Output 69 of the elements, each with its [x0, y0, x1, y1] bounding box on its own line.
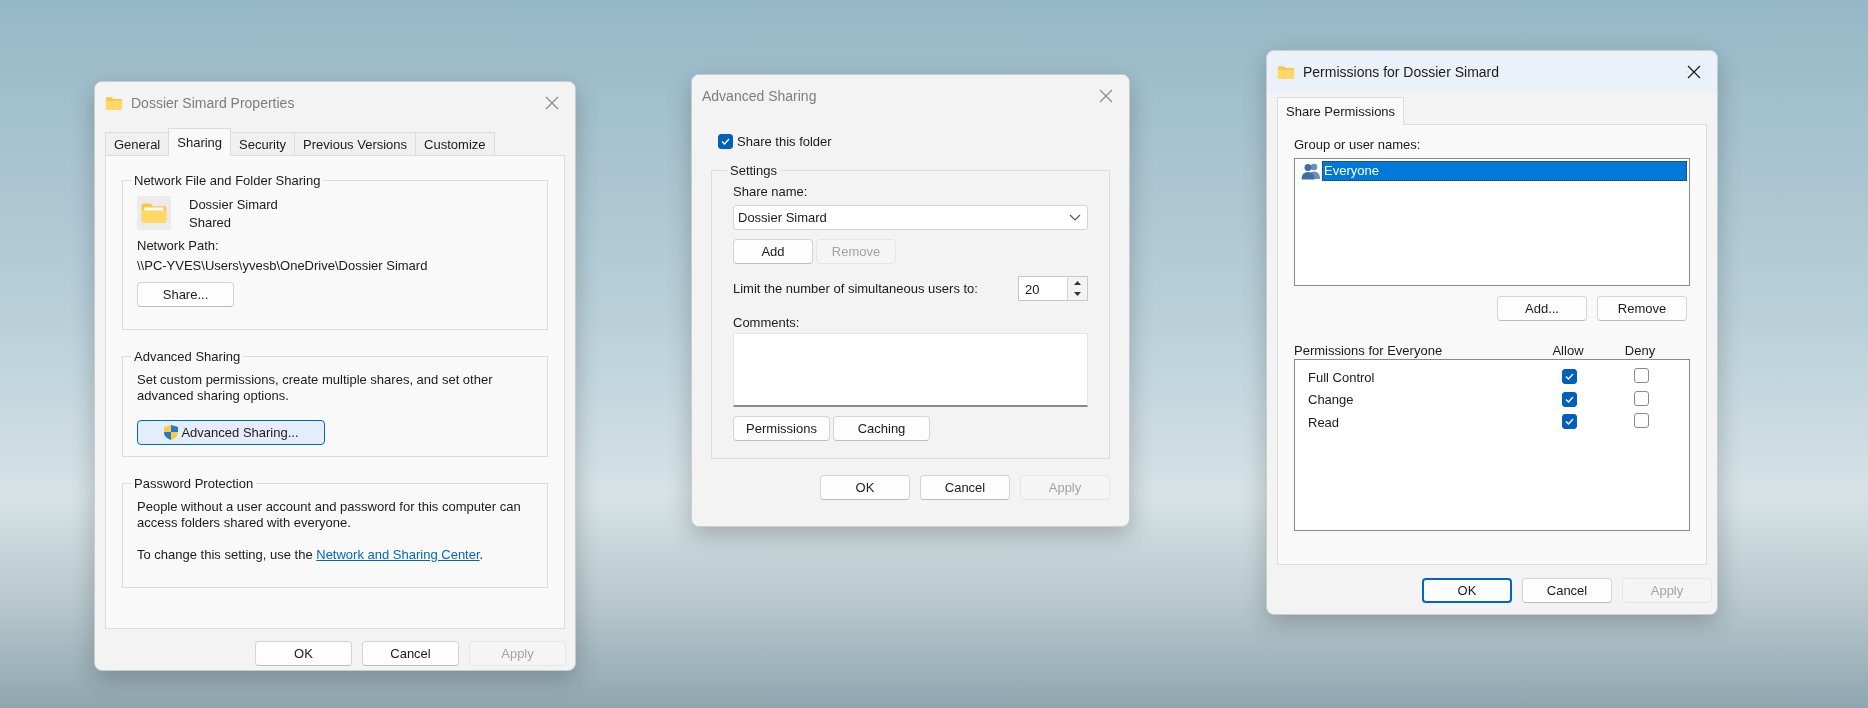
ok-button[interactable]: OK: [820, 475, 910, 500]
cancel-button[interactable]: Cancel: [362, 641, 459, 666]
tab[interactable]: Customize: [415, 132, 495, 156]
cancel-button[interactable]: Cancel: [920, 475, 1010, 500]
checkbox[interactable]: [1633, 368, 1649, 384]
up-triangle-icon: [1074, 280, 1081, 285]
chevron-down-icon: [1069, 214, 1081, 221]
description: People without a user account and password for this computer can access folders shared with everyone.: [137, 499, 522, 531]
close-icon: [1687, 65, 1701, 79]
checkbox-label: Share this folder: [737, 134, 832, 149]
spin-up-button[interactable]: [1068, 277, 1087, 289]
column-header: Permissions for Everyone: [1294, 342, 1444, 358]
share-button[interactable]: Share...: [137, 282, 234, 307]
checkmark-icon: [1563, 371, 1575, 383]
description: Set custom permissions, create multiple shares, and set other advanced sharing options.: [137, 372, 494, 404]
permission-name: Read: [1307, 414, 1341, 430]
users-icon: [1301, 162, 1321, 180]
ok-button[interactable]: OK: [1422, 578, 1512, 603]
group-heading: Settings: [729, 163, 778, 178]
tab[interactable]: General: [105, 132, 170, 156]
share-status: Shared: [189, 214, 232, 230]
field-label: Limit the number of simultaneous users to:: [733, 281, 978, 296]
ok-button[interactable]: OK: [255, 641, 352, 666]
window-title: Permissions for Dossier Simard: [1303, 64, 1501, 80]
folder-icon: [1277, 64, 1295, 80]
checkbox[interactable]: [1633, 390, 1649, 406]
checkmark-icon: [1563, 416, 1575, 428]
down-triangle-icon: [1074, 292, 1081, 297]
column-header: Deny: [1624, 342, 1656, 358]
add-button[interactable]: Add: [733, 239, 813, 264]
comments-field[interactable]: [733, 333, 1088, 407]
column-header: Allow: [1552, 342, 1584, 358]
checkbox[interactable]: [1633, 413, 1649, 429]
remove-button[interactable]: Remove: [1597, 296, 1687, 321]
advanced-sharing-button[interactable]: Advanced Sharing...: [137, 420, 325, 445]
group-heading: Network File and Folder Sharing: [133, 173, 322, 188]
field-label: Group or user names:: [1294, 137, 1422, 152]
user-list-item[interactable]: Everyone: [1322, 161, 1687, 181]
window-title: Advanced Sharing: [702, 88, 818, 104]
tab[interactable]: Sharing: [168, 128, 232, 156]
add-button[interactable]: Add...: [1497, 296, 1587, 321]
caching-button[interactable]: Caching: [833, 416, 930, 441]
checkbox[interactable]: [718, 134, 733, 149]
group-heading: Advanced Sharing: [133, 349, 242, 364]
checkbox[interactable]: [1561, 414, 1577, 430]
folder-icon: [105, 95, 123, 111]
field-label: Share name:: [733, 184, 809, 199]
permissions-button[interactable]: Permissions: [733, 416, 830, 441]
folder-icon: [137, 196, 171, 230]
network-path: \\PC-YVES\Users\yvesb\OneDrive\Dossier Simard: [137, 258, 429, 273]
group-heading: Password Protection: [133, 476, 255, 491]
cancel-button[interactable]: Cancel: [1522, 578, 1612, 603]
shield-icon: [163, 424, 180, 441]
checkbox[interactable]: [1561, 369, 1577, 385]
path-label: Network Path:: [137, 238, 220, 253]
field-label: Comments:: [733, 315, 801, 330]
permission-name: Full Control: [1307, 369, 1376, 385]
permission-name: Change: [1307, 392, 1355, 408]
checkmark-icon: [720, 136, 731, 147]
folder-name: Dossier Simard: [189, 196, 278, 212]
checkbox[interactable]: [1561, 391, 1577, 407]
user-limit-spinner[interactable]: 20: [1018, 276, 1088, 301]
close-icon: [1099, 89, 1113, 103]
setting-note: To change this setting, use the Network and Sharing Center.: [137, 547, 485, 563]
close-icon: [545, 96, 559, 110]
share-name-dropdown[interactable]: Dossier Simard: [733, 205, 1088, 230]
tab[interactable]: Share Permissions: [1277, 97, 1405, 125]
network-sharing-link[interactable]: Network and Sharing Center: [316, 547, 480, 562]
window-title: Dossier Simard Properties: [131, 95, 296, 111]
